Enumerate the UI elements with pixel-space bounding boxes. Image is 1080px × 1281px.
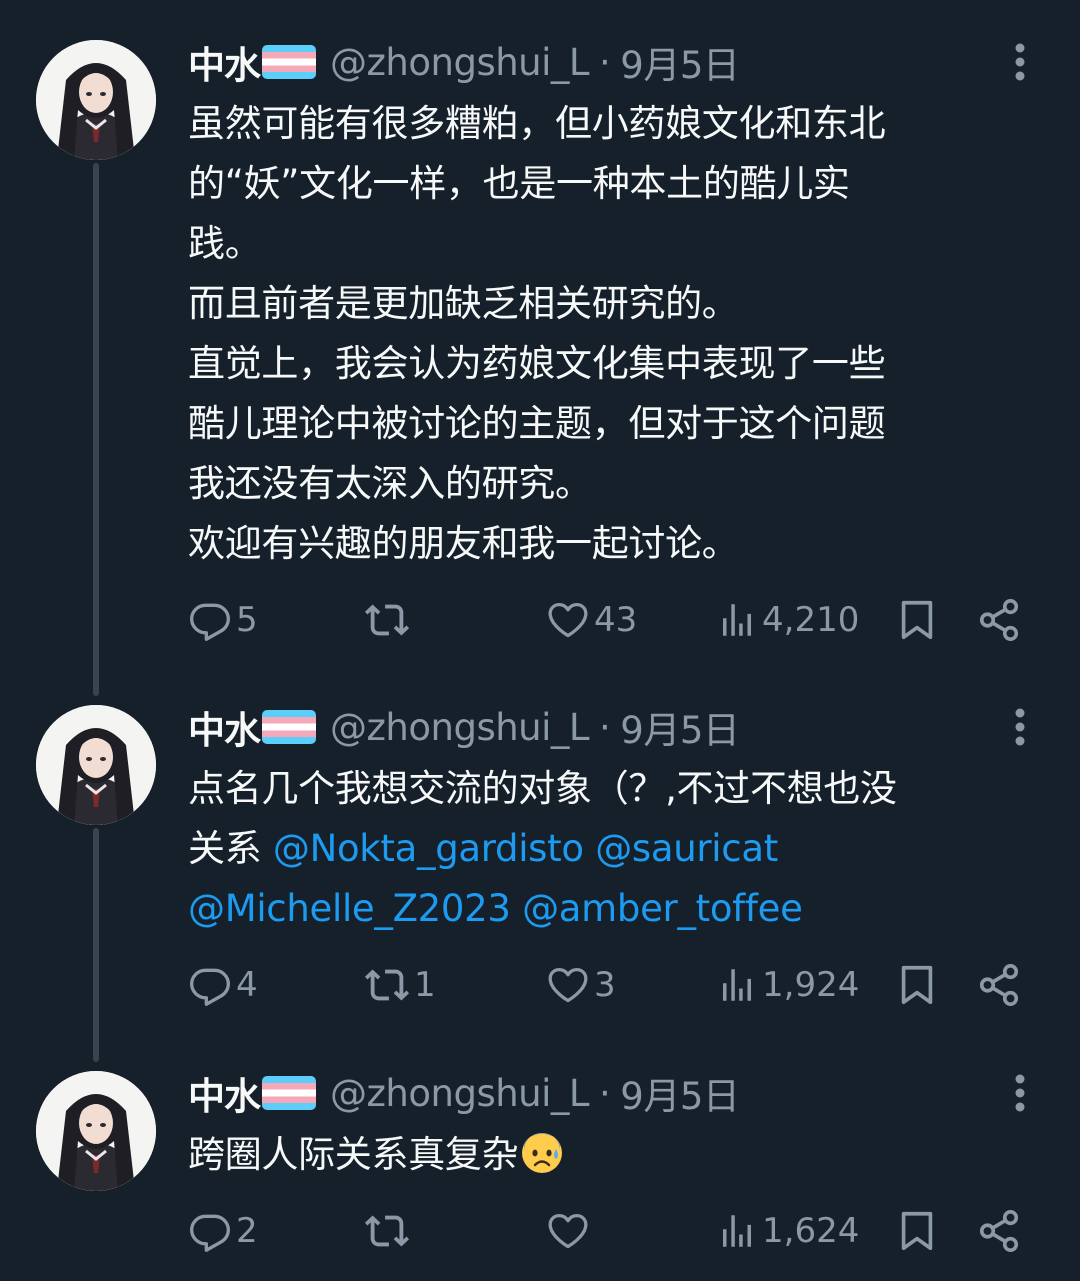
mention-link[interactable]: @amber_toffee [522, 887, 803, 930]
tweet-text-line: 跨圈人际关系真复杂 [188, 1125, 1048, 1185]
bookmark-button[interactable] [894, 590, 940, 650]
views-count: 4,210 [762, 600, 860, 640]
action-bar: 2 1,624 [0, 1201, 1080, 1261]
reply-button[interactable]: 5 [188, 590, 258, 650]
retweet-count: 1 [414, 965, 436, 1005]
mention-link[interactable]: @Michelle_Z2023 [188, 887, 511, 930]
views-icon [716, 1210, 758, 1252]
tweet-date[interactable]: 9月5日 [620, 1066, 740, 1120]
transgender-flag-icon [262, 1076, 316, 1110]
display-name[interactable]: 中水 [188, 700, 261, 754]
like-icon [546, 598, 590, 642]
retweet-icon [364, 1208, 410, 1254]
tweet-text: 跨圈人际关系真复杂 [188, 1125, 1048, 1185]
avatar[interactable] [36, 1071, 156, 1191]
like-icon [546, 963, 590, 1007]
tweet-text-fragment: 跨圈人际关系真复杂 [188, 1133, 519, 1176]
anxious-face-with-sweat-icon [520, 1131, 564, 1175]
reply-button[interactable]: 4 [188, 955, 258, 1015]
reply-icon [188, 1209, 232, 1253]
tweet-text-line: 关系 @Nokta_gardisto @sauricat [188, 819, 1048, 879]
tweet-text-line: 而且前者是更加缺乏相关研究的。 [188, 282, 739, 325]
views-button[interactable]: 4,210 [716, 590, 859, 650]
reply-icon [188, 598, 232, 642]
tweet-text-fragment: 关系 [188, 827, 273, 870]
views-icon [716, 599, 758, 641]
mention-link[interactable]: @Nokta_gardisto [273, 827, 584, 870]
share-button[interactable] [976, 590, 1022, 650]
action-bar: 4 1 3 1,924 [0, 955, 1080, 1015]
display-name[interactable]: 中水 [188, 1066, 261, 1120]
tweet-text-line: 的“妖”文化一样，也是一种本土的酷儿实 [188, 162, 850, 205]
share-button[interactable] [976, 955, 1022, 1015]
more-icon[interactable] [1004, 40, 1036, 84]
bookmark-icon [894, 962, 940, 1008]
mention-link[interactable]: @sauricat [595, 827, 778, 870]
more-icon[interactable] [1004, 705, 1036, 749]
transgender-flag-icon [262, 710, 316, 744]
tweet[interactable]: 中水 @zhongshui_L · 9月5日 跨圈人际关系真复杂 2 1,624 [0, 1031, 1080, 1281]
tweet-text-line: 酷儿理论中被讨论的主题，但对于这个问题 [188, 402, 886, 445]
bookmark-icon [894, 1208, 940, 1254]
tweet-header: 中水 @zhongshui_L · 9月5日 [188, 35, 740, 89]
handle[interactable]: @zhongshui_L [330, 1072, 590, 1115]
tweet-header: 中水 @zhongshui_L · 9月5日 [188, 700, 740, 754]
reply-icon [188, 963, 232, 1007]
bookmark-icon [894, 597, 940, 643]
share-icon [976, 962, 1022, 1008]
reply-button[interactable]: 2 [188, 1201, 258, 1261]
retweet-button[interactable] [364, 1201, 414, 1261]
tweet[interactable]: 中水 @zhongshui_L · 9月5日 虽然可能有很多糟粕，但小药娘文化和… [0, 0, 1080, 680]
tweet-header: 中水 @zhongshui_L · 9月5日 [188, 1066, 740, 1120]
action-bar: 5 43 4,210 [0, 590, 1080, 650]
handle[interactable]: @zhongshui_L [330, 706, 590, 749]
tweet-text: 虽然可能有很多糟粕，但小药娘文化和东北 的“妖”文化一样，也是一种本土的酷儿实 … [188, 94, 1048, 574]
views-icon [716, 964, 758, 1006]
tweet-text-line: 欢迎有兴趣的朋友和我一起讨论。 [188, 522, 739, 565]
bookmark-button[interactable] [894, 955, 940, 1015]
views-count: 1,624 [762, 1211, 860, 1251]
like-button[interactable]: 43 [546, 590, 637, 650]
like-count: 3 [594, 965, 616, 1005]
separator: · [599, 705, 611, 749]
views-count: 1,924 [762, 965, 860, 1005]
tweet-text-line: 我还没有太深入的研究。 [188, 462, 592, 505]
retweet-icon [364, 962, 410, 1008]
reply-count: 2 [236, 1211, 258, 1251]
avatar[interactable] [36, 40, 156, 160]
tweet-text-line: 点名几个我想交流的对象（？,不过不想也没 [188, 767, 897, 810]
like-button[interactable] [546, 1201, 594, 1261]
separator: · [599, 1071, 611, 1115]
tweet-text-line: 践。 [188, 222, 262, 265]
views-button[interactable]: 1,624 [716, 1201, 859, 1261]
bookmark-button[interactable] [894, 1201, 940, 1261]
separator: · [599, 40, 611, 84]
tweet-date[interactable]: 9月5日 [620, 700, 740, 754]
like-button[interactable]: 3 [546, 955, 616, 1015]
retweet-button[interactable] [364, 590, 414, 650]
reply-count: 5 [236, 600, 258, 640]
tweet-text-line: 直觉上，我会认为药娘文化集中表现了一些 [188, 342, 886, 385]
avatar[interactable] [36, 705, 156, 825]
handle[interactable]: @zhongshui_L [330, 41, 590, 84]
retweet-button[interactable]: 1 [364, 955, 436, 1015]
share-button[interactable] [976, 1201, 1022, 1261]
views-button[interactable]: 1,924 [716, 955, 859, 1015]
like-icon [546, 1209, 590, 1253]
tweet-date[interactable]: 9月5日 [620, 35, 740, 89]
more-icon[interactable] [1004, 1071, 1036, 1115]
display-name[interactable]: 中水 [188, 35, 261, 89]
retweet-icon [364, 597, 410, 643]
transgender-flag-icon [262, 45, 316, 79]
share-icon [976, 1208, 1022, 1254]
tweet[interactable]: 中水 @zhongshui_L · 9月5日 点名几个我想交流的对象（？,不过不… [0, 665, 1080, 1045]
tweet-text: 点名几个我想交流的对象（？,不过不想也没 关系 @Nokta_gardisto … [188, 759, 1048, 939]
tweet-text-line: 虽然可能有很多糟粕，但小药娘文化和东北 [188, 102, 886, 145]
share-icon [976, 597, 1022, 643]
reply-count: 4 [236, 965, 258, 1005]
tweet-text-line: @Michelle_Z2023 @amber_toffee [188, 879, 1048, 939]
like-count: 43 [594, 600, 638, 640]
